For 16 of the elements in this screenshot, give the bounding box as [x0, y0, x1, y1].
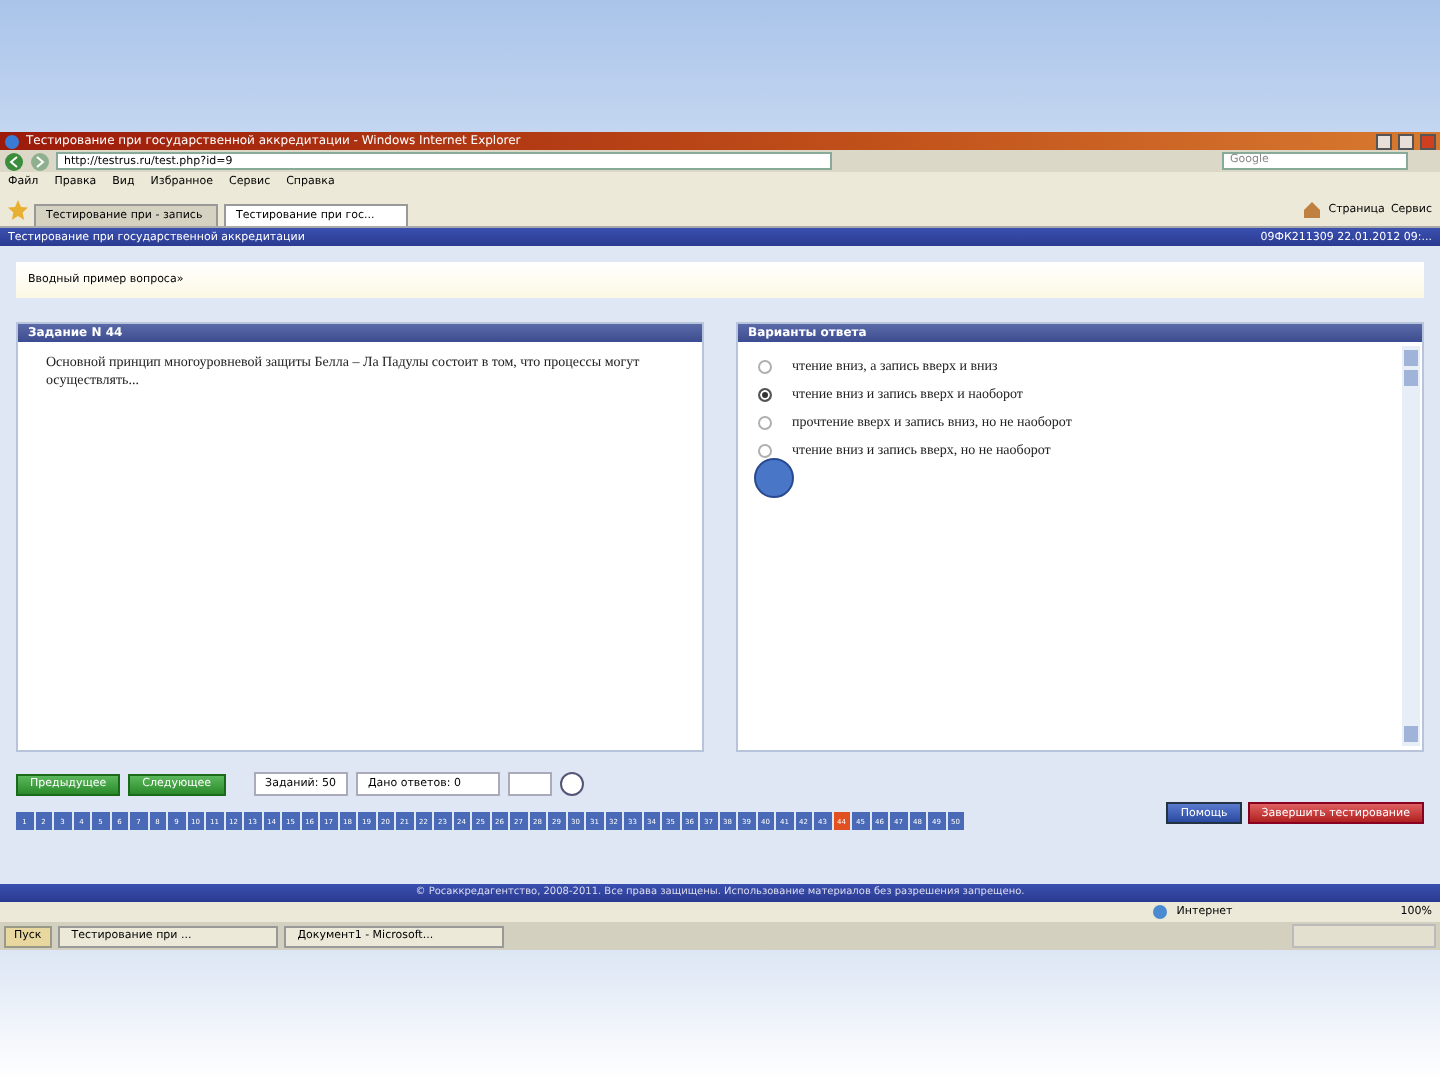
- minimize-button[interactable]: [1376, 133, 1392, 149]
- radio-button[interactable]: [758, 415, 772, 429]
- back-icon: [4, 151, 24, 171]
- maximize-button[interactable]: [1398, 133, 1414, 149]
- pointer-highlight: [754, 458, 794, 498]
- forward-icon: [30, 151, 50, 171]
- star-icon: [8, 199, 28, 219]
- browser-icon: [4, 133, 20, 149]
- jump-field[interactable]: [507, 772, 552, 796]
- go-button[interactable]: [559, 772, 584, 796]
- radio-button[interactable]: [758, 359, 772, 373]
- radio-button[interactable]: [758, 387, 772, 401]
- radio-button[interactable]: [758, 443, 772, 457]
- close-button[interactable]: [1420, 133, 1436, 149]
- home-icon: [1302, 199, 1323, 219]
- globe-icon: [1152, 904, 1169, 920]
